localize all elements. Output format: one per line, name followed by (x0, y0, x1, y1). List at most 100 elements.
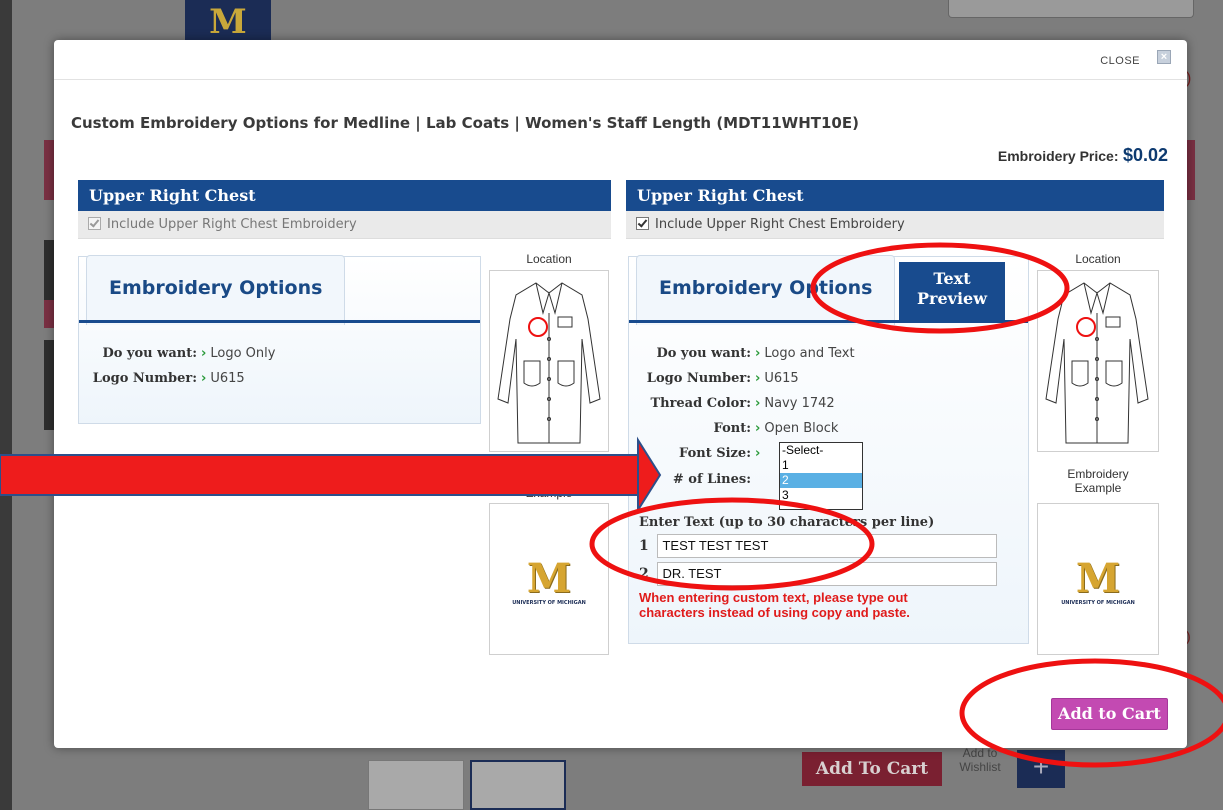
modal-title: Custom Embroidery Options for Medline | … (71, 114, 859, 132)
tab-text-preview[interactable]: Text Preview (899, 262, 1005, 320)
option-value: U615 (764, 371, 799, 386)
logo-letter: M (526, 555, 572, 602)
text-line-number: 2 (639, 566, 649, 583)
option-label: Font Size: (679, 446, 751, 461)
option-value: Navy 1742 (764, 396, 835, 411)
background-left-bar (0, 0, 12, 810)
example-image: M UNIVERSITY OF MICHIGAN (1037, 503, 1159, 655)
panel-header: Upper Right Chest (626, 180, 1164, 211)
example-caption-line: Embroidery (1067, 467, 1129, 481)
logo-subtitle: UNIVERSITY OF MICHIGAN (1061, 600, 1135, 606)
listbox-option[interactable]: -Select- (780, 443, 862, 458)
price-value: $0.02 (1122, 145, 1168, 165)
option-label: Logo Number: (92, 371, 197, 386)
option-value: Open Block (764, 421, 839, 436)
location-caption: Location (526, 252, 572, 266)
embroidery-price: Embroidery Price: $0.02 (998, 145, 1168, 166)
option-row: Thread Color: › Navy 1742 (631, 396, 835, 411)
text-line-row: 2 DR. TEST (639, 562, 998, 586)
option-row: Font Size: › (631, 446, 764, 461)
background-strip (44, 340, 54, 430)
location-image (489, 270, 609, 452)
example-caption: Example (525, 486, 573, 500)
text-line-1-input[interactable]: TEST TEST TEST (657, 534, 998, 558)
option-label: # of Lines: (672, 472, 751, 487)
lab-coat-icon (1045, 282, 1149, 444)
background-accent (1187, 140, 1195, 200)
tab-text-preview-line: Text (933, 269, 971, 288)
option-label: Logo Number: (646, 371, 751, 386)
tab-text-preview-line: Preview (917, 289, 987, 308)
listbox-option[interactable]: 1 (780, 458, 862, 473)
university-logo: M UNIVERSITY OF MICHIGAN (1061, 555, 1135, 607)
include-embroidery-row: Include Upper Right Chest Embroidery (78, 211, 611, 239)
enter-text-label: Enter Text (up to 30 characters per line… (639, 515, 935, 530)
background-wishlist-label: Add to Wishlist (959, 746, 1001, 774)
option-row: Font: › Open Block (631, 421, 839, 436)
include-embroidery-label: Include Upper Right Chest Embroidery (655, 217, 905, 232)
example-image: M UNIVERSITY OF MICHIGAN (489, 503, 609, 655)
location-image (1037, 270, 1159, 452)
option-row: Logo Number: › U615 (85, 371, 245, 386)
option-value: Logo and Text (764, 346, 855, 361)
chevron-right-icon: › (201, 371, 207, 386)
background-strip (44, 300, 54, 328)
background-wishlist-button: + (1017, 750, 1065, 788)
chevron-right-icon: › (755, 446, 761, 461)
embroidery-options-box: Embroidery Options Do you want: › Logo Onl… (78, 255, 481, 424)
checkmark-icon (89, 217, 100, 228)
background-add-to-cart-button: Add To Cart (802, 752, 942, 786)
option-row: Logo Number: › U615 (631, 371, 799, 386)
option-label: Do you want: (656, 346, 751, 361)
university-logo: M UNIVERSITY OF MICHIGAN (512, 555, 586, 607)
tab-underline (79, 320, 480, 323)
background-logo: M (185, 0, 271, 40)
chevron-right-icon: › (201, 346, 207, 361)
background-strip (44, 240, 54, 300)
add-to-cart-button[interactable]: Add to Cart (1051, 698, 1168, 730)
option-label: Do you want: (102, 346, 197, 361)
option-row: # of Lines: (631, 472, 751, 487)
example-caption: Embroidery Example (1037, 467, 1159, 495)
location-caption: Location (1075, 252, 1121, 266)
chevron-right-icon: › (755, 421, 761, 436)
include-embroidery-row: Include Upper Right Chest Embroidery (626, 211, 1164, 239)
include-embroidery-label: Include Upper Right Chest Embroidery (107, 217, 357, 232)
chevron-right-icon: › (755, 396, 761, 411)
option-row: Do you want: › Logo and Text (631, 346, 855, 361)
listbox-option[interactable]: 3 (780, 488, 862, 503)
embroidery-options-box: Embroidery Options Text Preview Do you w… (628, 255, 1029, 644)
option-value: Logo Only (210, 346, 276, 361)
modal-divider (54, 79, 1187, 80)
lab-coat-icon (497, 282, 601, 444)
embroidery-modal: CLOSE × Custom Embroidery Options for Me… (54, 40, 1187, 748)
text-line-row: 1 TEST TEST TEST (639, 534, 998, 558)
chevron-right-icon: › (755, 346, 761, 361)
chevron-right-icon: › (755, 371, 761, 386)
logo-letter: M (1075, 555, 1121, 602)
panel-header: Upper Right Chest (78, 180, 611, 211)
text-line-2-input[interactable]: DR. TEST (657, 562, 998, 586)
checkmark-icon (637, 217, 648, 228)
option-label: Font: (713, 421, 751, 436)
option-row: Do you want: › Logo Only (85, 346, 275, 361)
tab-underline (629, 320, 1028, 323)
close-link[interactable]: CLOSE (1100, 55, 1140, 67)
example-caption-line: Example (1074, 481, 1122, 495)
option-label: Thread Color: (650, 396, 751, 411)
listbox-option-selected[interactable]: 2 (780, 473, 862, 488)
copy-paste-warning: When entering custom text, please type o… (639, 590, 910, 620)
include-embroidery-checkbox[interactable] (636, 217, 649, 230)
include-embroidery-checkbox[interactable] (88, 217, 101, 230)
right-embroidery-panel: Upper Right Chest Include Upper Right Ch… (626, 180, 1164, 655)
lines-listbox[interactable]: -Select- 1 2 3 (779, 442, 863, 510)
text-line-number: 1 (639, 538, 649, 555)
warning-line: When entering custom text, please type o… (639, 590, 908, 605)
logo-subtitle: UNIVERSITY OF MICHIGAN (512, 600, 586, 606)
tab-embroidery-options[interactable]: Embroidery Options (86, 255, 346, 325)
left-embroidery-panel: Upper Right Chest Include Upper Right Ch… (78, 180, 611, 655)
warning-line: characters instead of using copy and pas… (639, 605, 910, 620)
close-x-icon[interactable]: × (1157, 50, 1171, 64)
tab-embroidery-options[interactable]: Embroidery Options (636, 255, 896, 325)
option-value: U615 (210, 371, 245, 386)
